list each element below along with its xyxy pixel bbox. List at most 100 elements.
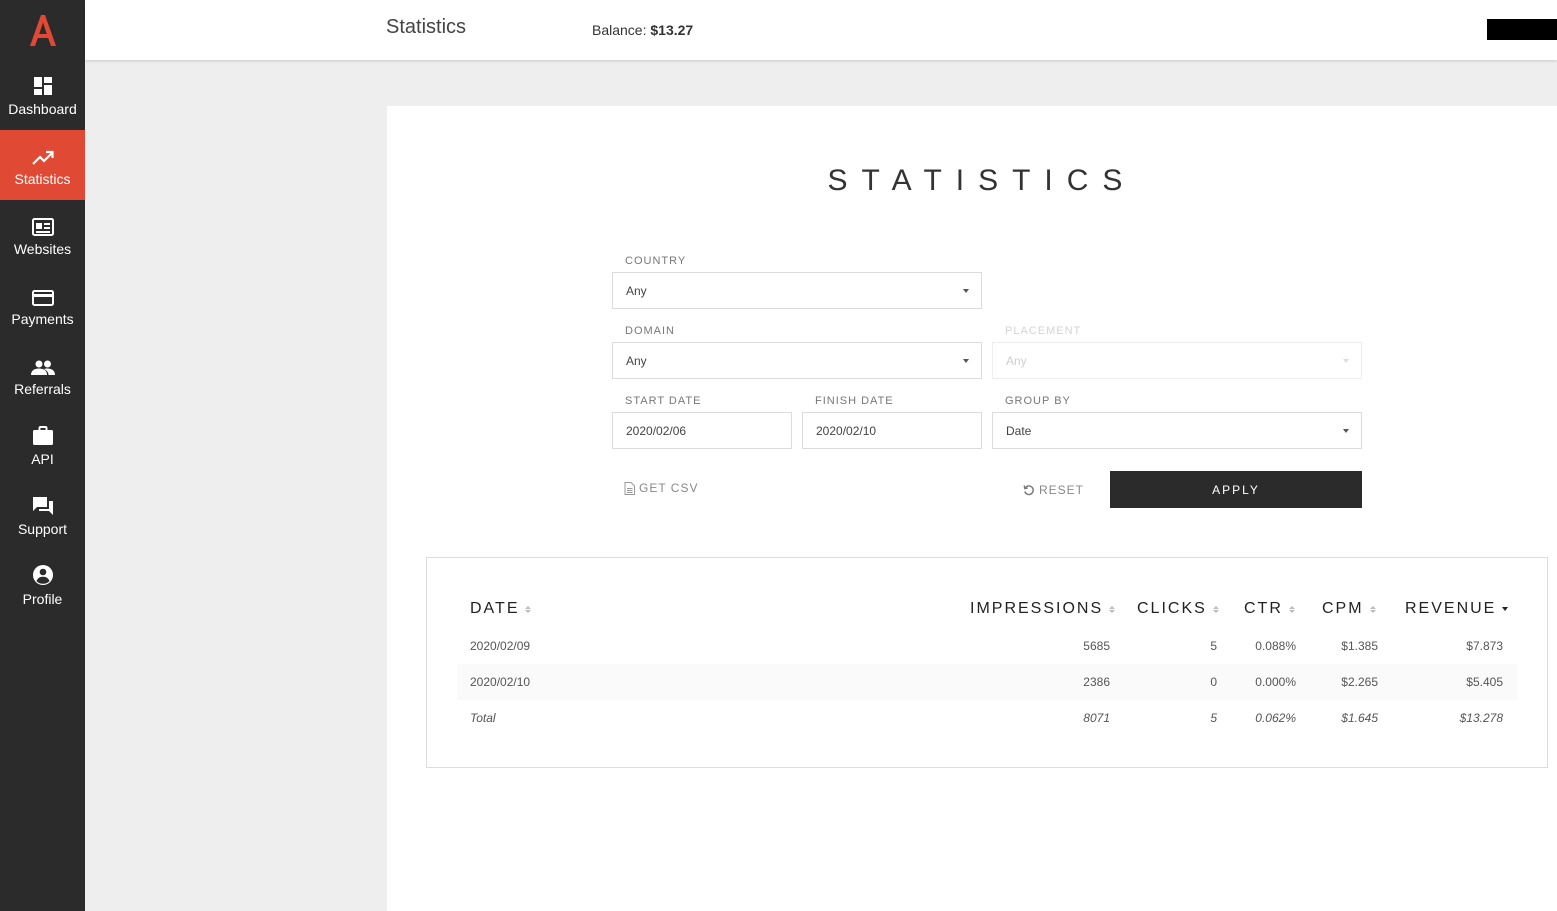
sidebar-item-label: Referrals	[14, 380, 71, 397]
country-value: Any	[626, 283, 647, 298]
group-by-value: Date	[1006, 423, 1032, 438]
country-label: COUNTRY	[625, 255, 687, 267]
statistics-table: DATE IMPRESSIONS CLICKS CTR CPM REVENUE …	[426, 557, 1548, 768]
account-circle-icon	[32, 564, 53, 585]
get-csv-label: GET CSV	[639, 481, 699, 495]
credit-card-icon	[31, 289, 54, 306]
sidebar-item-label: Websites	[13, 240, 72, 257]
balance-display: Balance: $13.27	[592, 22, 693, 38]
cell-impressions: 8071	[1083, 711, 1110, 725]
statistics-heading: STATISTICS	[827, 164, 1137, 197]
reset-icon	[1023, 485, 1034, 496]
cell-ctr: 0.000%	[1255, 675, 1296, 689]
apply-button[interactable]: APPLY	[1110, 471, 1362, 508]
dashboard-icon	[33, 76, 52, 95]
balance-label: Balance:	[592, 22, 647, 38]
cell-date: 2020/02/10	[470, 675, 531, 689]
account-menu[interactable]	[1487, 19, 1557, 40]
sidebar-item-api[interactable]: API	[0, 410, 85, 480]
placement-label: PLACEMENT	[1005, 325, 1082, 337]
sidebar-item-support[interactable]: Support	[0, 480, 85, 550]
sidebar-item-label: Payments	[11, 310, 74, 327]
sidebar-item-statistics[interactable]: Statistics	[0, 130, 85, 200]
sort-desc-icon	[1502, 607, 1509, 611]
sidebar-item-referrals[interactable]: Referrals	[0, 340, 85, 410]
sidebar-item-label: Statistics	[14, 170, 71, 187]
cell-revenue: $5.405	[1466, 675, 1503, 689]
cell-cpm: $1.385	[1341, 639, 1378, 653]
column-header-ctr[interactable]: CTR	[1244, 600, 1295, 618]
group-by-select[interactable]: Date	[992, 412, 1362, 449]
cell-revenue: $13.278	[1459, 711, 1503, 725]
cell-ctr: 0.062%	[1255, 711, 1296, 725]
column-header-clicks[interactable]: CLICKS	[1137, 600, 1219, 618]
country-select[interactable]: Any	[612, 272, 982, 309]
sidebar-item-label: Support	[17, 520, 68, 537]
reset-label: RESET	[1039, 483, 1085, 497]
domain-label: DOMAIN	[625, 325, 675, 337]
cell-cpm: $1.645	[1341, 711, 1378, 725]
sidebar: Dashboard Statistics Websites Payments R…	[0, 0, 85, 911]
cell-impressions: 5685	[1083, 639, 1110, 653]
column-header-impressions[interactable]: IMPRESSIONS	[970, 600, 1116, 618]
table-row: 2020/02/10 2386 0 0.000% $2.265 $5.405	[457, 664, 1517, 700]
group-by-label: GROUP BY	[1005, 395, 1071, 407]
table-row: 2020/02/09 5685 5 0.088% $1.385 $7.873	[457, 628, 1517, 664]
people-icon	[30, 360, 55, 375]
cell-ctr: 0.088%	[1255, 639, 1296, 653]
chevron-down-icon	[1343, 359, 1349, 363]
cell-clicks: 5	[1210, 711, 1217, 725]
app-logo[interactable]	[0, 0, 85, 60]
domain-select[interactable]: Any	[612, 342, 982, 379]
statistics-panel: STATISTICS COUNTRY Any DOMAIN Any PLACEM…	[387, 106, 1557, 911]
sort-icon	[525, 605, 532, 613]
sort-icon	[1369, 605, 1376, 613]
logo-icon	[29, 15, 56, 46]
column-header-label: DATE	[470, 600, 520, 617]
chat-icon	[32, 496, 53, 515]
column-header-label: CPM	[1322, 600, 1364, 617]
placement-value: Any	[1006, 353, 1027, 368]
cell-date: 2020/02/09	[470, 639, 531, 653]
finish-date-value: 2020/02/10	[816, 423, 877, 438]
sort-icon	[1288, 605, 1295, 613]
start-date-label: START DATE	[625, 395, 702, 407]
chevron-down-icon	[1343, 429, 1349, 433]
cell-total-label: Total	[470, 711, 496, 725]
sidebar-item-label: Dashboard	[8, 100, 77, 117]
column-header-revenue[interactable]: REVENUE	[1405, 600, 1509, 618]
start-date-value: 2020/02/06	[626, 423, 687, 438]
start-date-input[interactable]: 2020/02/06	[612, 412, 792, 449]
finish-date-input[interactable]: 2020/02/10	[802, 412, 982, 449]
placement-select: Any	[992, 342, 1362, 379]
chevron-down-icon	[963, 289, 969, 293]
get-csv-button[interactable]: GET CSV	[624, 481, 698, 495]
websites-icon	[31, 217, 54, 236]
table-total-row: Total 8071 5 0.062% $1.645 $13.278	[457, 700, 1517, 736]
column-header-cpm[interactable]: CPM	[1322, 600, 1376, 618]
chevron-down-icon	[963, 359, 969, 363]
sidebar-item-payments[interactable]: Payments	[0, 270, 85, 340]
sort-icon	[1212, 605, 1219, 613]
domain-value: Any	[626, 353, 647, 368]
briefcase-icon	[32, 425, 53, 445]
balance-value: $13.27	[650, 22, 694, 38]
sort-icon	[1109, 605, 1116, 613]
top-bar: Statistics Balance: $13.27	[85, 0, 1557, 60]
cell-impressions: 2386	[1083, 675, 1110, 689]
cell-clicks: 5	[1210, 639, 1217, 653]
column-header-label: CLICKS	[1137, 600, 1207, 617]
cell-cpm: $2.265	[1341, 675, 1378, 689]
column-header-label: CTR	[1244, 600, 1283, 617]
reset-button[interactable]: RESET	[1023, 483, 1084, 497]
column-header-date[interactable]: DATE	[470, 600, 532, 618]
column-header-label: IMPRESSIONS	[970, 600, 1104, 617]
sidebar-item-label: API	[31, 450, 54, 467]
sidebar-item-websites[interactable]: Websites	[0, 200, 85, 270]
finish-date-label: FINISH DATE	[815, 395, 894, 407]
column-header-label: REVENUE	[1405, 600, 1497, 617]
sidebar-item-dashboard[interactable]: Dashboard	[0, 60, 85, 130]
sidebar-item-profile[interactable]: Profile	[0, 550, 85, 620]
cell-revenue: $7.873	[1466, 639, 1503, 653]
trending-up-icon	[31, 150, 54, 165]
